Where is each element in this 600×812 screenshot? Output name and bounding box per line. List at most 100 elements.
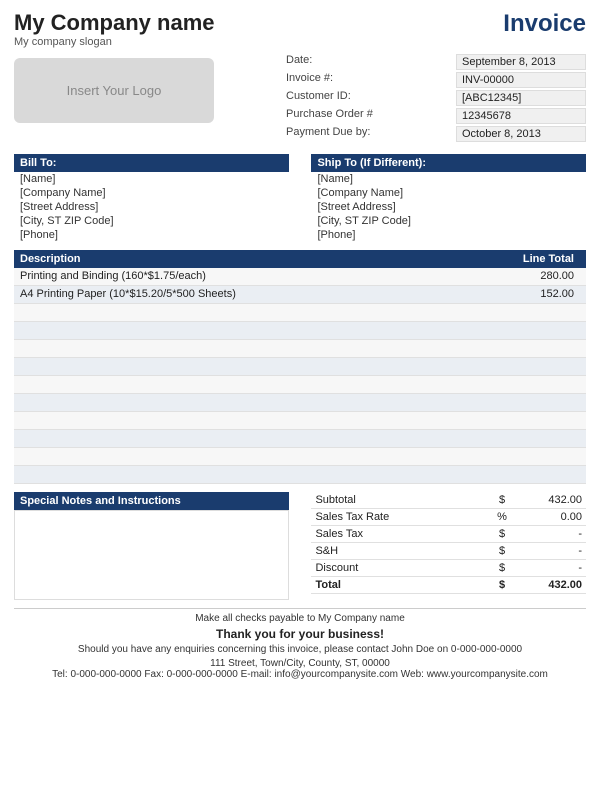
- row-description: Printing and Binding (160*$1.75/each): [20, 270, 490, 283]
- row-description: [20, 396, 490, 409]
- sales-tax-label: Sales Tax: [315, 528, 492, 540]
- discount-label: Discount: [315, 562, 492, 574]
- ship-to-block: Ship To (If Different): [Name] [Company …: [311, 154, 586, 242]
- table-row: [14, 448, 586, 466]
- ship-to-phone: [Phone]: [311, 228, 586, 242]
- row-description: [20, 468, 490, 481]
- row-total: [490, 378, 580, 391]
- meta-po-row: Purchase Order # 12345678: [286, 108, 586, 124]
- ship-to-street: [Street Address]: [311, 200, 586, 214]
- sales-tax-symbol: $: [492, 528, 512, 540]
- company-info: My Company name My company slogan: [14, 10, 215, 48]
- meta-customer-row: Customer ID: [ABC12345]: [286, 90, 586, 106]
- discount-symbol: $: [492, 562, 512, 574]
- company-name: My Company name: [14, 10, 215, 36]
- row-total: [490, 324, 580, 337]
- meta-invoice-row: Invoice #: INV-00000: [286, 72, 586, 88]
- invoice-value: INV-00000: [456, 72, 586, 88]
- ship-to-company: [Company Name]: [311, 186, 586, 200]
- bill-to-header: Bill To:: [14, 154, 289, 172]
- discount-value: -: [512, 562, 582, 574]
- row-total: 280.00: [490, 270, 580, 283]
- bill-to-street: [Street Address]: [14, 200, 289, 214]
- notes-header: Special Notes and Instructions: [14, 492, 289, 510]
- table-row: [14, 322, 586, 340]
- items-table: Description Line Total Printing and Bind…: [14, 250, 586, 484]
- table-row: [14, 340, 586, 358]
- row-description: A4 Printing Paper (10*$15.20/5*500 Sheet…: [20, 288, 490, 301]
- row-description: [20, 378, 490, 391]
- row-description: [20, 414, 490, 427]
- sh-row: S&H $ -: [311, 543, 586, 560]
- subtotal-symbol: $: [492, 494, 512, 506]
- row-total: [490, 468, 580, 481]
- bill-to-phone: [Phone]: [14, 228, 289, 242]
- row-total: [490, 432, 580, 445]
- table-row: [14, 430, 586, 448]
- due-value: October 8, 2013: [456, 126, 586, 142]
- row-description: [20, 342, 490, 355]
- meta-due-row: Payment Due by: October 8, 2013: [286, 126, 586, 142]
- total-label: Total: [315, 579, 492, 591]
- table-row: [14, 466, 586, 484]
- customer-label: Customer ID:: [286, 90, 396, 106]
- row-total: [490, 450, 580, 463]
- table-row: [14, 358, 586, 376]
- company-slogan: My company slogan: [14, 36, 215, 48]
- table-row: A4 Printing Paper (10*$15.20/5*500 Sheet…: [14, 286, 586, 304]
- total-value: 432.00: [512, 579, 582, 591]
- notes-block: Special Notes and Instructions: [14, 492, 289, 600]
- date-value: September 8, 2013: [456, 54, 586, 70]
- thank-you-text: Thank you for your business!: [14, 627, 586, 641]
- table-row: [14, 304, 586, 322]
- bill-to-city: [City, ST ZIP Code]: [14, 214, 289, 228]
- row-description: [20, 324, 490, 337]
- row-description: [20, 306, 490, 319]
- sh-symbol: $: [492, 545, 512, 557]
- top-section: Insert Your Logo Date: September 8, 2013…: [14, 54, 586, 144]
- logo-placeholder: Insert Your Logo: [14, 58, 214, 123]
- col-desc-header: Description: [20, 253, 490, 265]
- tax-rate-symbol: %: [492, 511, 512, 523]
- subtotal-value: 432.00: [512, 494, 582, 506]
- tax-rate-label: Sales Tax Rate: [315, 511, 492, 523]
- sales-tax-row: Sales Tax $ -: [311, 526, 586, 543]
- table-body: Printing and Binding (160*$1.75/each)280…: [14, 268, 586, 484]
- table-row: [14, 412, 586, 430]
- row-total: [490, 342, 580, 355]
- col-total-header: Line Total: [490, 253, 580, 265]
- row-total: [490, 396, 580, 409]
- table-row: [14, 394, 586, 412]
- po-value: 12345678: [456, 108, 586, 124]
- tax-rate-value: 0.00: [512, 511, 582, 523]
- date-label: Date:: [286, 54, 396, 70]
- row-total: [490, 360, 580, 373]
- row-total: [490, 306, 580, 319]
- bill-to-name: [Name]: [14, 172, 289, 186]
- contact-line: Tel: 0-000-000-0000 Fax: 0-000-000-0000 …: [14, 669, 586, 680]
- sh-value: -: [512, 545, 582, 557]
- due-label: Payment Due by:: [286, 126, 396, 142]
- contact-text: Should you have any enquiries concerning…: [14, 644, 586, 655]
- invoice-label: Invoice #:: [286, 72, 396, 88]
- bill-to-block: Bill To: [Name] [Company Name] [Street A…: [14, 154, 289, 242]
- footer: Make all checks payable to My Company na…: [14, 613, 586, 680]
- row-total: [490, 414, 580, 427]
- row-description: [20, 450, 490, 463]
- customer-value: [ABC12345]: [456, 90, 586, 106]
- divider: [14, 608, 586, 609]
- ship-to-city: [City, ST ZIP Code]: [311, 214, 586, 228]
- meta-date-row: Date: September 8, 2013: [286, 54, 586, 70]
- invoice-title: Invoice: [503, 10, 586, 38]
- ship-to-header: Ship To (If Different):: [311, 154, 586, 172]
- header: My Company name My company slogan Invoic…: [14, 10, 586, 48]
- bottom-section: Special Notes and Instructions Subtotal …: [14, 492, 586, 600]
- sh-label: S&H: [315, 545, 492, 557]
- row-total: 152.00: [490, 288, 580, 301]
- total-symbol: $: [492, 579, 512, 591]
- tax-rate-row: Sales Tax Rate % 0.00: [311, 509, 586, 526]
- discount-row: Discount $ -: [311, 560, 586, 577]
- address-text: 111 Street, Town/City, County, ST, 00000: [14, 658, 586, 669]
- invoice-meta: Date: September 8, 2013 Invoice #: INV-0…: [286, 54, 586, 144]
- table-header: Description Line Total: [14, 250, 586, 268]
